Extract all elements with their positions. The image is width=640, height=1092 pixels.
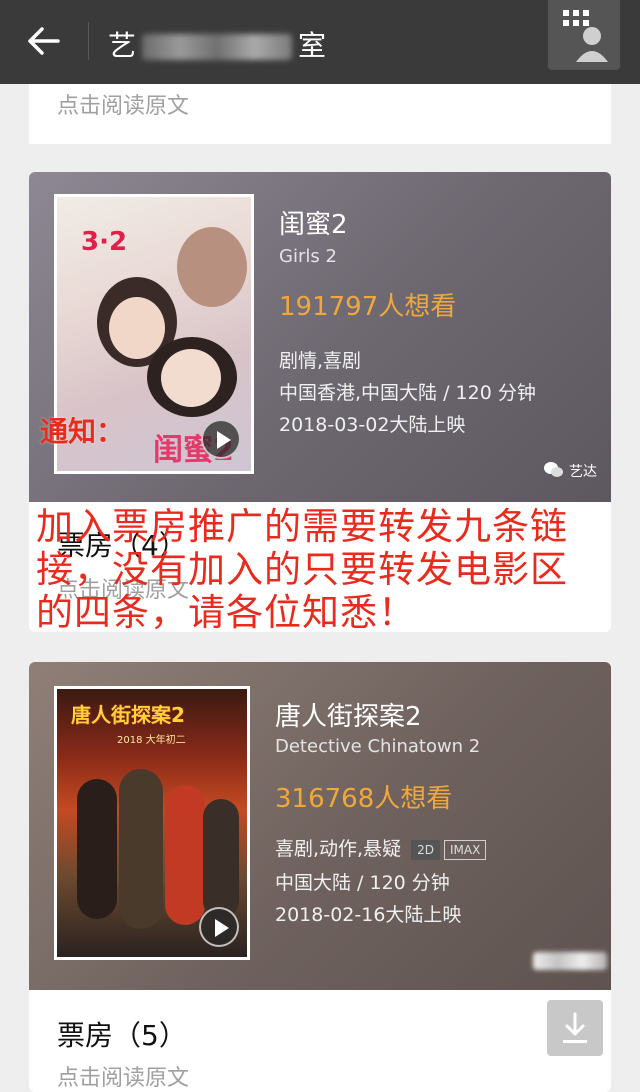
movie-release-date: 2018-03-02大陆上映: [279, 414, 466, 436]
poster-figure: [203, 799, 239, 919]
title-start: 艺: [108, 29, 137, 62]
format-tag-imax: IMAX: [444, 839, 487, 860]
movie-genre-line: 喜剧,动作,悬疑 2D IMAX: [275, 834, 487, 861]
notice-body: 加入票房推广的需要转发九条链接，没有加入的只要转发电影区的四条，请各位知悉！: [36, 505, 568, 634]
watermark-text: 艺达: [569, 464, 597, 480]
box-office-label: 票房（5）: [57, 1019, 187, 1052]
back-arrow-icon[interactable]: [26, 26, 60, 56]
movie-hero: 唐人街探案2 2018 大年初二 唐人街探案2 Detective Chinat…: [29, 662, 611, 990]
play-icon[interactable]: [199, 907, 239, 947]
movie-region-duration: 中国大陆 / 120 分钟: [275, 872, 450, 894]
want-count: 316768人想看: [275, 784, 453, 814]
play-icon[interactable]: [201, 419, 241, 459]
format-tag-2d: 2D: [411, 839, 441, 860]
movie-title: 唐人街探案2: [275, 702, 422, 732]
movie-hero: 3·2 闺蜜2 闺蜜2 Girls 2 191797人想看 剧情,喜剧 中国香港…: [29, 172, 611, 502]
user-profile-button[interactable]: [548, 0, 620, 70]
want-count: 191797人想看: [279, 292, 457, 322]
movie-title: 闺蜜2: [279, 210, 348, 240]
blurred-title-text: [142, 34, 293, 60]
poster-figure: [177, 227, 247, 307]
divider: [88, 22, 89, 60]
poster-figure: [109, 297, 165, 359]
poster-title: 唐人街探案2: [71, 703, 185, 727]
poster-date: 3·2: [81, 227, 128, 257]
notice-heading: 通知：: [40, 415, 125, 448]
wechat-icon: [544, 462, 563, 477]
page-title: 艺室: [108, 24, 326, 64]
article-card-top: 点击阅读原文: [29, 84, 611, 144]
blurred-watermark: [533, 952, 607, 970]
download-button[interactable]: [547, 1000, 603, 1056]
movie-poster[interactable]: 唐人街探案2 2018 大年初二: [54, 686, 250, 960]
movie-card-detective-chinatown2[interactable]: 唐人街探案2 2018 大年初二 唐人街探案2 Detective Chinat…: [29, 662, 611, 1092]
download-icon: [563, 1012, 587, 1043]
user-icon: [563, 10, 608, 62]
title-end: 室: [298, 29, 327, 62]
poster-figure: [165, 785, 205, 925]
movie-region-duration: 中国香港,中国大陆 / 120 分钟: [279, 382, 536, 404]
poster-figure: [119, 769, 163, 929]
movie-release-date: 2018-02-16大陆上映: [275, 904, 462, 926]
poster-subtitle: 2018 大年初二: [117, 735, 186, 746]
read-original-link[interactable]: 点击阅读原文: [57, 88, 189, 120]
movie-english-title: Girls 2: [279, 246, 337, 267]
movie-genre: 剧情,喜剧: [279, 350, 362, 372]
top-bar: 艺室: [0, 0, 640, 84]
movie-english-title: Detective Chinatown 2: [275, 736, 481, 757]
read-original-link[interactable]: 点击阅读原文: [57, 1060, 189, 1092]
movie-genre: 喜剧,动作,悬疑: [275, 838, 402, 860]
poster-figure: [161, 349, 221, 407]
poster-figure: [77, 779, 117, 919]
